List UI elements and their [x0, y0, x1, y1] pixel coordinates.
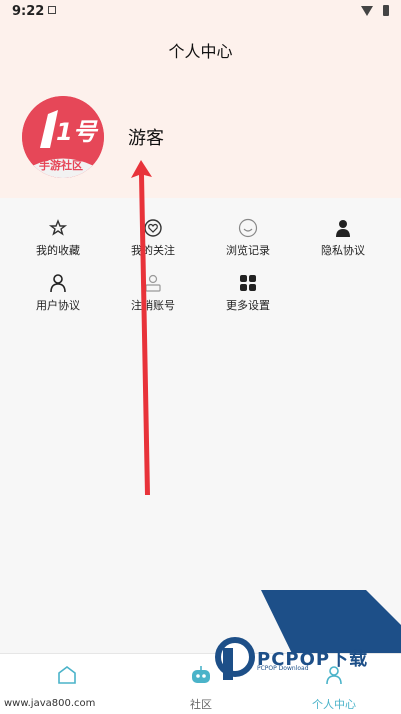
- menu-label: 隐私协议: [321, 244, 365, 257]
- notification-icon: [48, 6, 56, 14]
- person-icon: [336, 220, 350, 237]
- menu-favorites[interactable]: 我的收藏: [12, 218, 104, 268]
- menu-user-agreement[interactable]: 用户协议: [12, 273, 104, 323]
- status-bar: 9:22: [0, 0, 401, 24]
- wifi-icon: [361, 6, 373, 16]
- profile-header: 个人中心 1号 手游社区 游客: [0, 24, 401, 198]
- menu-privacy[interactable]: 隐私协议: [297, 218, 389, 268]
- battery-icon: [383, 5, 389, 16]
- avatar-logo-text: 1号: [56, 118, 97, 146]
- home-icon: [58, 666, 76, 684]
- grid-icon: [240, 275, 256, 291]
- menu-label: 用户协议: [36, 299, 80, 312]
- menu-more-settings[interactable]: 更多设置: [202, 273, 294, 323]
- menu-label: 注销账号: [131, 299, 175, 312]
- page-title: 个人中心: [168, 42, 233, 61]
- person-icon: [50, 274, 66, 293]
- status-time: 9:22: [12, 4, 45, 19]
- menu-history[interactable]: 浏览记录: [202, 218, 294, 268]
- user-badge-icon: [145, 274, 161, 292]
- watermark-url: www.java800.com: [4, 698, 96, 709]
- star-icon: [48, 219, 68, 236]
- tab-label: 社区: [190, 698, 212, 711]
- heart-icon: [144, 219, 162, 237]
- robot-icon: [192, 666, 210, 683]
- watermark-sub: PCPOP Download: [257, 665, 309, 672]
- menu-following[interactable]: 我的关注: [107, 218, 199, 268]
- menu-label: 浏览记录: [226, 244, 270, 257]
- menu-label: 我的关注: [131, 244, 175, 257]
- menu-label: 我的收藏: [36, 244, 80, 257]
- tab-label: 个人中心: [312, 698, 356, 711]
- avatar[interactable]: 1号 手游社区: [22, 96, 104, 178]
- avatar-sub-text: 手游社区: [39, 159, 83, 172]
- menu-label: 更多设置: [226, 299, 270, 312]
- username-label[interactable]: 游客: [128, 124, 164, 150]
- menu-delete-account[interactable]: 注销账号: [107, 273, 199, 323]
- smile-icon: [238, 218, 258, 238]
